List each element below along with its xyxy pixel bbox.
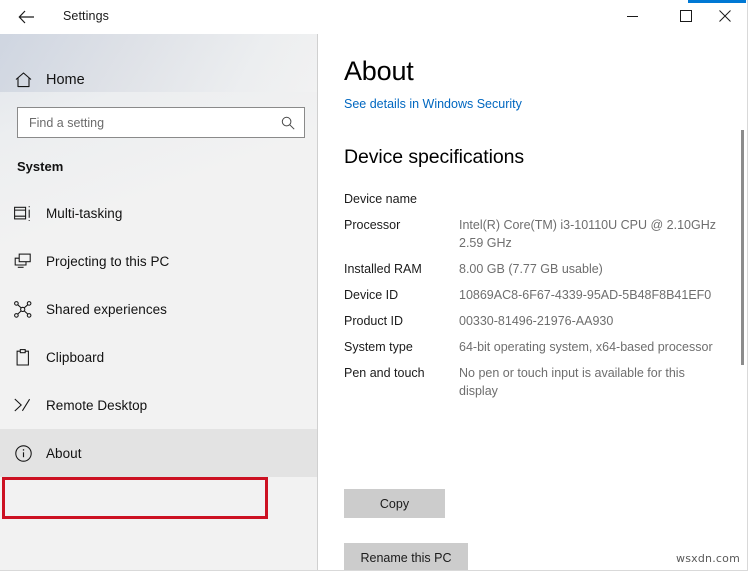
copy-button[interactable]: Copy: [344, 489, 445, 518]
spec-key: Product ID: [344, 312, 459, 330]
spec-value: 8.00 GB (7.77 GB usable): [459, 260, 727, 278]
close-icon: [719, 10, 731, 22]
spec-row: Installed RAM 8.00 GB (7.77 GB usable): [344, 260, 736, 278]
watermark: wsxdn.com: [676, 552, 740, 565]
spec-value: Intel(R) Core(TM) i3-10110U CPU @ 2.10GH…: [459, 216, 727, 252]
sidebar-item-label: Remote Desktop: [46, 398, 147, 413]
app-title: Settings: [63, 9, 109, 23]
sidebar-home-label: Home: [46, 72, 85, 88]
multitasking-icon: [0, 205, 46, 222]
content-pane: About See details in Windows Security De…: [319, 34, 748, 570]
sidebar: Home System Multi: [0, 34, 318, 570]
home-icon: [0, 72, 46, 88]
spec-row: Processor Intel(R) Core(TM) i3-10110U CP…: [344, 216, 736, 252]
spec-value: No pen or touch input is available for t…: [459, 364, 727, 400]
device-specifications-heading: Device specifications: [344, 146, 524, 169]
spec-row: Device ID 10869AC8-6F67-4339-95AD-5B48F8…: [344, 286, 736, 304]
windows-security-link[interactable]: See details in Windows Security: [344, 97, 522, 111]
maximize-icon: [680, 10, 692, 22]
spec-key: System type: [344, 338, 459, 356]
spec-row: Pen and touch No pen or touch input is a…: [344, 364, 736, 400]
sidebar-item-label: Shared experiences: [46, 302, 167, 317]
remote-desktop-icon: [0, 398, 46, 412]
sidebar-item-projecting-to-this-pc[interactable]: Projecting to this PC: [0, 237, 318, 285]
search-box[interactable]: [17, 107, 305, 138]
info-circle-icon: [0, 445, 46, 462]
sidebar-item-label: Projecting to this PC: [46, 254, 169, 269]
back-button[interactable]: [6, 2, 46, 32]
title-bar: Settings: [0, 0, 748, 34]
sidebar-item-multi-tasking[interactable]: Multi-tasking: [0, 189, 318, 237]
sidebar-item-home[interactable]: Home: [0, 60, 318, 100]
projecting-icon: [0, 253, 46, 269]
device-specifications-table: Device name Processor Intel(R) Core(TM) …: [344, 190, 736, 408]
spec-key: Device ID: [344, 286, 459, 304]
content-scrollbar[interactable]: [736, 34, 748, 570]
sidebar-item-clipboard[interactable]: Clipboard: [0, 333, 318, 381]
spec-value: 10869AC8-6F67-4339-95AD-5B48F8B41EF0: [459, 286, 727, 304]
shared-experiences-icon: [0, 301, 46, 318]
spec-key: Processor: [344, 216, 459, 234]
search-icon[interactable]: [272, 108, 304, 137]
back-arrow-icon: [18, 10, 35, 24]
spec-row: Product ID 00330-81496-21976-AA930: [344, 312, 736, 330]
clipboard-icon: [0, 349, 46, 366]
spec-value: 64-bit operating system, x64-based proce…: [459, 338, 727, 356]
sidebar-item-label: Multi-tasking: [46, 206, 122, 221]
spec-row: Device name: [344, 190, 736, 208]
spec-row: System type 64-bit operating system, x64…: [344, 338, 736, 356]
minimize-button[interactable]: [609, 0, 655, 32]
about-highlight-annotation: [2, 477, 268, 519]
sidebar-nav-list: Multi-tasking Projecting to this PC: [0, 189, 318, 477]
close-button[interactable]: [702, 0, 748, 32]
sidebar-group-title: System: [17, 159, 63, 174]
search-input[interactable]: [18, 108, 272, 137]
sidebar-item-label: About: [46, 446, 82, 461]
rename-this-pc-button[interactable]: Rename this PC: [344, 543, 468, 570]
spec-value: 00330-81496-21976-AA930: [459, 312, 727, 330]
spec-key: Device name: [344, 190, 459, 208]
scrollbar-thumb[interactable]: [741, 130, 744, 365]
sidebar-item-about[interactable]: About: [0, 429, 318, 477]
sidebar-item-label: Clipboard: [46, 350, 104, 365]
settings-window: Settings Home: [0, 0, 748, 571]
sidebar-item-remote-desktop[interactable]: Remote Desktop: [0, 381, 318, 429]
spec-key: Installed RAM: [344, 260, 459, 278]
page-title: About: [344, 56, 414, 87]
minimize-icon: [627, 11, 638, 22]
sidebar-item-shared-experiences[interactable]: Shared experiences: [0, 285, 318, 333]
spec-key: Pen and touch: [344, 364, 459, 382]
